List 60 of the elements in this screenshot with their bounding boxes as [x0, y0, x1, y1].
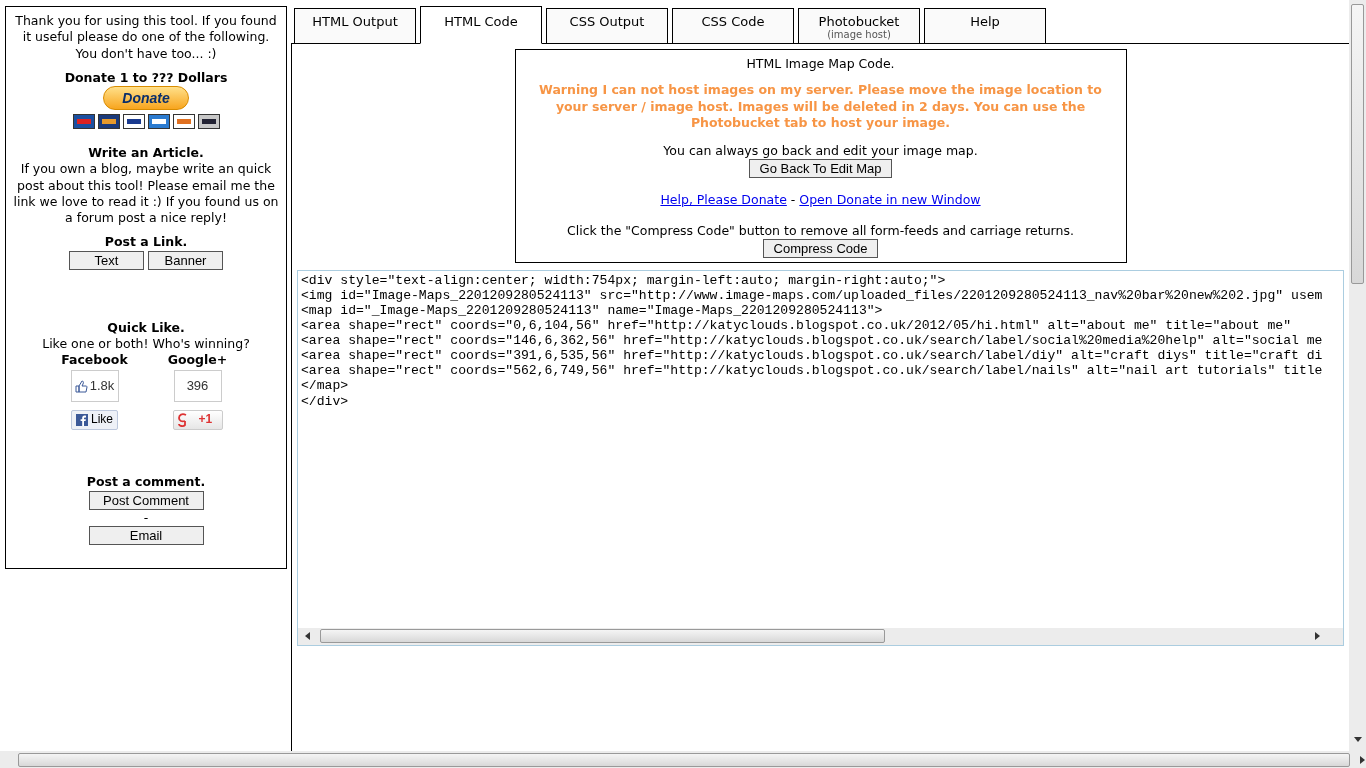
like-button[interactable]: Like — [71, 410, 118, 431]
section-heading: Donate 1 to ??? Dollars — [63, 69, 229, 86]
code-line: <div style="text-align:center; width:754px; margin-left:auto; margin-right:auto;"> — [301, 272, 946, 288]
separator-text: - — [790, 192, 796, 209]
separator-text: - — [143, 509, 149, 526]
edit-map-button[interactable]: Go Back To Edit Map — [748, 159, 893, 179]
facebook-logo-icon — [76, 414, 88, 427]
section-heading: Write an Article. — [87, 145, 205, 162]
tab[interactable]: Photobucket (image host) — [798, 8, 920, 44]
vertical-scrollbar[interactable] — [1349, 0, 1366, 751]
code-line: </map> — [301, 378, 349, 394]
scrollbar-thumb[interactable] — [320, 629, 885, 644]
donate-button[interactable]: Donate — [103, 86, 189, 110]
code-line: <area shape="rect" coords="146,6,362,56" href="http://katyclouds.blogspot.co.uk/search/label/social%20media%20help" alt="social me — [301, 333, 1323, 349]
link-button[interactable]: Text — [69, 250, 144, 270]
email-button[interactable]: Email — [88, 525, 204, 545]
scroll-right-icon[interactable] — [1358, 755, 1366, 764]
payment-card-icon — [197, 114, 220, 129]
code-line: </div> — [301, 393, 349, 409]
code-line: <area shape="rect" coords="562,6,749,56" href="http://katyclouds.blogspot.co.uk/search/label/nails" alt="nail art tutorials" title — [301, 363, 1323, 379]
tab[interactable]: HTML Output — [294, 8, 416, 44]
donate-link[interactable]: Open Donate in new Window — [799, 192, 981, 209]
code-line: <img id="Image-Maps_2201209280524113" src="http://www.image-maps.com/uploaded_files/2201209280524113_nav%20bar%20new%202.jpg" usem — [301, 287, 1323, 303]
payment-card-icon — [172, 114, 195, 129]
donate-link[interactable]: Help, Please Donate — [660, 192, 787, 209]
quick-like-text: Like one or both! Who's winning? — [41, 335, 251, 352]
warning-text: Warning I can not host images on my server. Please move the image location to your server / image host. Images will be deleted in 2 days. You can use the Photobucket tab to host your image. — [538, 82, 1103, 131]
panel-title: HTML Image Map Code. — [745, 56, 896, 73]
intro-text: Thank you for using this tool. If you found it useful please do one of the following. You don't have too... :) — [14, 13, 278, 62]
horizontal-scrollbar[interactable] — [0, 751, 1366, 768]
section-heading: Post a comment. — [85, 474, 207, 491]
code-line: <area shape="rect" coords="0,6,104,56" href="http://katyclouds.blogspot.co.uk/2012/05/hi.html" alt="about me" title="about me" — [301, 318, 1292, 334]
network-label: Google+ — [167, 352, 228, 369]
payment-card-icon — [97, 114, 120, 129]
tab[interactable]: HTML Code — [420, 6, 542, 44]
payment-card-icon — [122, 114, 145, 129]
count-text: 1.8k — [89, 377, 115, 395]
count-text: 396 — [186, 377, 209, 395]
scroll-down-icon[interactable] — [1353, 737, 1362, 743]
edit-note: You can always go back and edit your image map. — [662, 143, 979, 160]
thumbs-up-icon — [74, 379, 88, 393]
tab[interactable]: CSS Output — [546, 8, 668, 44]
section-heading: Quick Like. — [106, 319, 186, 336]
network-label: Facebook — [61, 352, 128, 369]
tab[interactable]: Help — [924, 8, 1046, 44]
code-textarea[interactable] — [297, 269, 1344, 646]
article-text: If you own a blog, maybe write an quick post about this tool! Please email me the link we love to read it :) If you found us on a forum post a nice reply! — [12, 161, 280, 227]
link-button[interactable]: Banner — [148, 250, 223, 270]
compress-code-button[interactable]: Compress Code — [762, 238, 879, 258]
tab[interactable]: CSS Code — [672, 8, 794, 44]
payment-card-icon — [72, 114, 95, 129]
payment-card-icon — [147, 114, 170, 129]
plus-one-button[interactable]: +1 — [172, 410, 223, 431]
compress-note: Click the "Compress Code" button to remove all form-feeds and carriage returns. — [566, 222, 1075, 239]
scroll-right-icon[interactable] — [1313, 632, 1321, 641]
post-comment-button[interactable]: Post Comment — [88, 490, 204, 510]
code-line: <map id="_Image-Maps_2201209280524113" name="Image-Maps_2201209280524113"> — [301, 302, 883, 319]
code-line: <area shape="rect" coords="391,6,535,56" href="http://katyclouds.blogspot.co.uk/search/label/diy" alt="craft diys" title="craft di — [301, 348, 1323, 364]
scroll-left-icon[interactable] — [304, 632, 312, 641]
section-heading: Post a Link. — [103, 234, 189, 251]
